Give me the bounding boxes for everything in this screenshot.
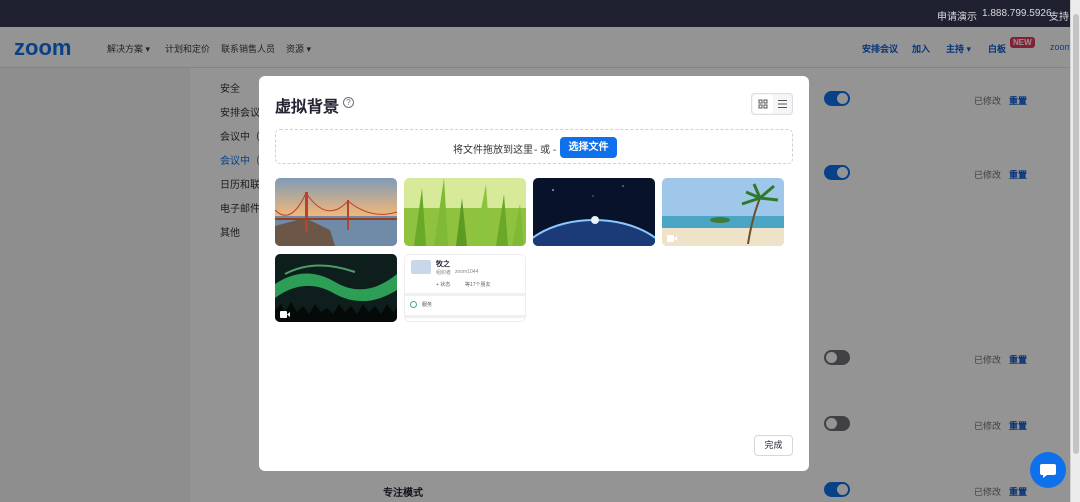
background-thumbnail-golden-gate[interactable] (275, 178, 397, 246)
background-thumbnail-grass[interactable] (404, 178, 526, 246)
card-friends: 等17个朋友 (465, 282, 491, 288)
dialog-title: 虚拟背景 (275, 99, 340, 116)
card-subtitle: 组织者 (436, 270, 452, 276)
background-thumbnail-earth[interactable] (533, 178, 655, 246)
background-thumbnail-aurora[interactable] (275, 254, 397, 322)
done-button[interactable]: 完成 (754, 435, 793, 456)
virtual-background-dialog: 虚拟背景 ? 将文件拖放到这里 - 或 - 选择文件 牧之 组织者 zoom10… (259, 76, 809, 471)
background-thumbnail-custom[interactable]: 牧之 组织者 zoom1044 + 状态 等17个朋友 服务 (404, 254, 526, 322)
background-thumbnail-beach[interactable] (662, 178, 784, 246)
chat-support-button[interactable] (1030, 452, 1066, 488)
beach-image (662, 178, 784, 246)
list-icon (778, 100, 787, 108)
card-name: 牧之 (436, 261, 450, 268)
card-service: 服务 (422, 302, 433, 308)
file-dropzone[interactable]: 将文件拖放到这里 - 或 - 选择文件 (275, 129, 793, 164)
earth-image (533, 178, 655, 246)
choose-file-button[interactable]: 选择文件 (560, 137, 617, 158)
phone-link[interactable]: 1.888.799.5926 (982, 8, 1052, 19)
service-icon (410, 301, 417, 308)
card-id: zoom1044 (455, 269, 479, 275)
list-view-button[interactable] (773, 95, 792, 113)
card-status: + 状态 (436, 282, 451, 288)
request-demo-link[interactable]: 申请演示 (937, 8, 977, 23)
video-icon (280, 311, 290, 318)
grass-image (404, 178, 526, 246)
top-bar: 申请演示 1.888.799.5926 支持 (0, 0, 1080, 27)
grid-icon (758, 99, 768, 109)
card-avatar (411, 260, 431, 274)
bridge-image (275, 178, 397, 246)
view-toggle (751, 93, 793, 115)
support-link[interactable]: 支持 (1049, 8, 1069, 23)
chat-icon (1040, 464, 1056, 478)
dropzone-text: 将文件拖放到这里 (453, 145, 533, 156)
page-scrollbar[interactable] (1070, 0, 1080, 502)
scrollbar-thumb[interactable] (1073, 14, 1079, 454)
grid-view-button[interactable] (753, 95, 773, 113)
aurora-image (275, 254, 397, 322)
video-icon (667, 235, 677, 242)
dropzone-or: - 或 - (534, 145, 557, 156)
help-icon[interactable]: ? (343, 97, 354, 108)
